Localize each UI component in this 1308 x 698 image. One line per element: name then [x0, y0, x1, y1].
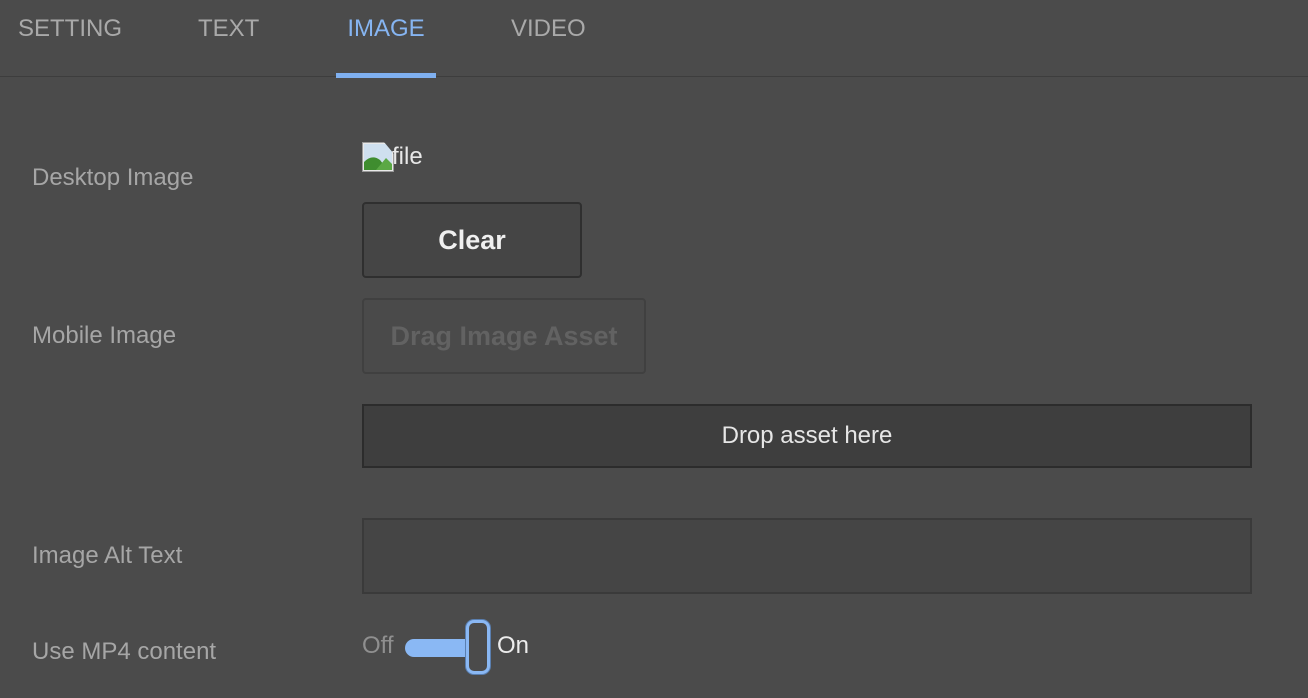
tab-video[interactable]: VIDEO [511, 0, 586, 77]
tab-text[interactable]: TEXT [198, 0, 259, 77]
toggle-on-label: On [497, 632, 530, 659]
image-alt-text-input[interactable] [362, 518, 1252, 594]
drag-image-asset-button[interactable]: Drag Image Asset [362, 298, 646, 374]
thumbnail-alt-text: file [392, 143, 423, 170]
image-alt-text-label: Image Alt Text [32, 542, 183, 569]
desktop-image-label: Desktop Image [32, 164, 194, 191]
broken-image-icon [362, 142, 394, 172]
toggle-off-label: Off [362, 632, 394, 659]
clear-button[interactable]: Clear [362, 202, 582, 278]
tab-bar: SETTING TEXT IMAGE VIDEO [0, 0, 1308, 78]
tab-setting[interactable]: SETTING [18, 0, 122, 77]
desktop-image-thumbnail: file [362, 141, 425, 173]
mobile-image-label: Mobile Image [32, 322, 177, 349]
mp4-toggle-switch[interactable] [405, 620, 491, 676]
switch-handle[interactable] [466, 620, 490, 674]
asset-dropzone[interactable]: Drop asset here [362, 404, 1252, 468]
tab-image[interactable]: IMAGE [336, 0, 436, 78]
use-mp4-label: Use MP4 content [32, 638, 217, 665]
